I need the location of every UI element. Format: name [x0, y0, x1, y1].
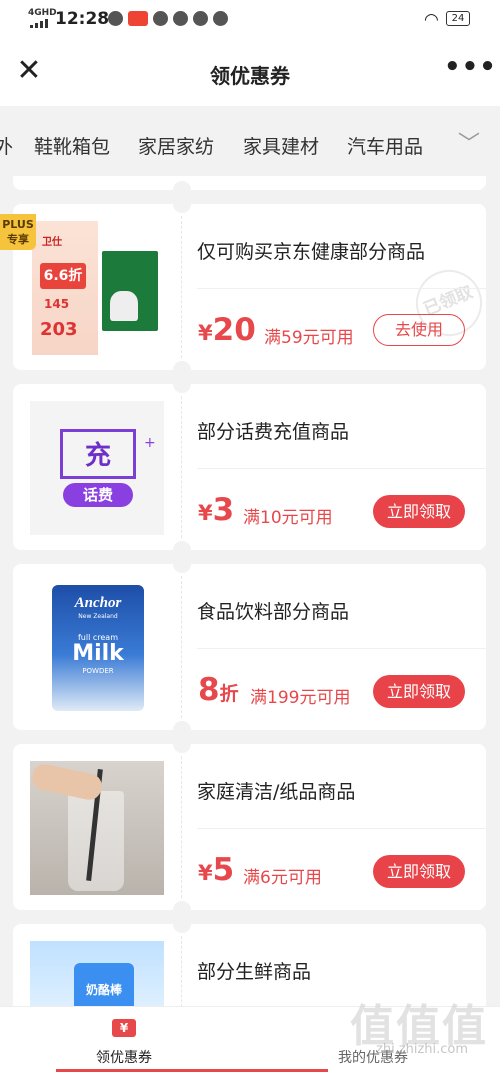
coupon-name: 食品饮料部分商品 [197, 601, 350, 623]
coupon-amount: ¥3 [198, 492, 234, 528]
ticket-notch [173, 361, 191, 370]
more-icon[interactable]: ••• [444, 52, 497, 82]
plus-badge: PLUS 专享 [0, 214, 36, 250]
tab-category[interactable]: 汽车用品 [347, 132, 423, 159]
ticket-notch [173, 564, 191, 573]
thumb-text: 话费 [63, 483, 133, 507]
coupon-name: 家庭清洁/纸品商品 [197, 781, 356, 803]
currency-symbol: ¥ [198, 861, 213, 885]
thumb-text: Milk [72, 641, 124, 666]
ticket-notch [173, 924, 191, 933]
ticket-notch [173, 721, 191, 730]
amount-value: 20 [212, 312, 256, 348]
ticket-notch [173, 384, 191, 393]
tab-get-coupons[interactable]: 领优惠券 [96, 1047, 152, 1067]
claim-button[interactable]: 立即领取 [373, 855, 465, 888]
coupon-condition: 满59元可用 [264, 328, 354, 348]
app-icon [213, 11, 228, 26]
divider [181, 756, 182, 898]
ticket-notch [173, 181, 191, 190]
coupon-card: 卫仕 6.6折 145 203 仅可购买京东健康部分商品 已领取 ¥20 满59… [13, 204, 492, 370]
thumb-text: 6.6折 [40, 263, 86, 289]
thumb-text: 充 [84, 441, 111, 471]
coupon-condition: 满199元可用 [250, 688, 351, 708]
coupon-name: 仅可购买京东健康部分商品 [197, 241, 426, 263]
amount-value: 5 [212, 852, 235, 888]
coupon-card: Anchor New Zealand full cream Milk POWDE… [13, 564, 486, 730]
use-coupon-button[interactable]: 去使用 [373, 314, 465, 346]
battery-icon: 24 [446, 11, 470, 26]
coupon-icon: ¥ [112, 1019, 136, 1037]
coupon-card [13, 176, 486, 190]
product-image [30, 761, 164, 895]
ticket-notch [173, 901, 191, 910]
currency-symbol: ¥ [198, 321, 213, 345]
divider [181, 576, 182, 718]
coupon-condition: 满6元可用 [243, 868, 322, 888]
coupon-amount: ¥5 [198, 852, 234, 888]
amount-value: 3 [212, 492, 235, 528]
coupon-amount: ¥20 [198, 312, 256, 348]
ticket-notch [173, 204, 191, 213]
wifi-icon: ◠ [424, 10, 439, 30]
page-title: 领优惠券 [210, 64, 290, 88]
app-icon [128, 11, 148, 26]
tab-category[interactable]: 鞋靴箱包 [34, 132, 110, 159]
thumb-text: POWDER [82, 667, 114, 675]
thumb-text: 203 [40, 319, 78, 340]
tab-category[interactable]: 家居家纺 [138, 132, 214, 159]
tab-category[interactable]: 外 [0, 132, 13, 159]
coupon-name: 部分生鲜商品 [197, 961, 312, 983]
thumb-text: Anchor [74, 595, 122, 611]
thumb-text: 卫仕 [42, 237, 62, 248]
app-icon [173, 11, 188, 26]
watermark-url: zhi.zhizhi.com [376, 1042, 469, 1057]
ticket-notch [173, 541, 191, 550]
divider [181, 216, 182, 358]
tab-category[interactable]: 家具建材 [243, 132, 319, 159]
coupon-name: 部分话费充值商品 [197, 421, 350, 443]
title-bar: ✕ 领优惠券 ••• [0, 38, 500, 106]
chevron-down-icon[interactable]: ﹀ [458, 126, 480, 158]
app-icon [108, 11, 123, 26]
product-image: 充 话费 + [30, 401, 164, 535]
divider [181, 936, 182, 1012]
divider [197, 468, 486, 469]
coupon-amount: 8折 [198, 672, 239, 708]
ticket-notch [173, 744, 191, 753]
divider [197, 828, 486, 829]
app-icon [193, 11, 208, 26]
divider [197, 648, 486, 649]
category-tabs: 外 鞋靴箱包 家居家纺 家具建材 汽车用品 ﹀ [0, 106, 500, 176]
discount-suffix: 折 [219, 683, 239, 705]
notification-icons [108, 11, 228, 26]
status-bar: 4GHD 12:28 ◠ 24 [0, 0, 500, 38]
status-time: 12:28 [55, 9, 110, 29]
thumb-text: New Zealand [78, 613, 118, 620]
claim-button[interactable]: 立即领取 [373, 675, 465, 708]
signal-icon [30, 19, 48, 28]
signal-label: 4GHD [28, 8, 57, 18]
product-image: 卫仕 6.6折 145 203 [30, 221, 164, 355]
product-image: Anchor New Zealand full cream Milk POWDE… [30, 581, 164, 715]
coupon-card: 充 话费 + 部分话费充值商品 ¥3 满10元可用 立即领取 [13, 384, 486, 550]
claim-button[interactable]: 立即领取 [373, 495, 465, 528]
divider [197, 288, 486, 289]
thumb-text: 145 [44, 297, 70, 311]
amount-value: 8 [198, 672, 220, 708]
app-icon [153, 11, 168, 26]
currency-symbol: ¥ [198, 501, 213, 525]
thumb-text: 奶酪棒 [85, 983, 122, 997]
coupon-condition: 满10元可用 [243, 508, 333, 528]
divider [181, 396, 182, 538]
coupon-card: 家庭清洁/纸品商品 ¥5 满6元可用 立即领取 [13, 744, 486, 910]
